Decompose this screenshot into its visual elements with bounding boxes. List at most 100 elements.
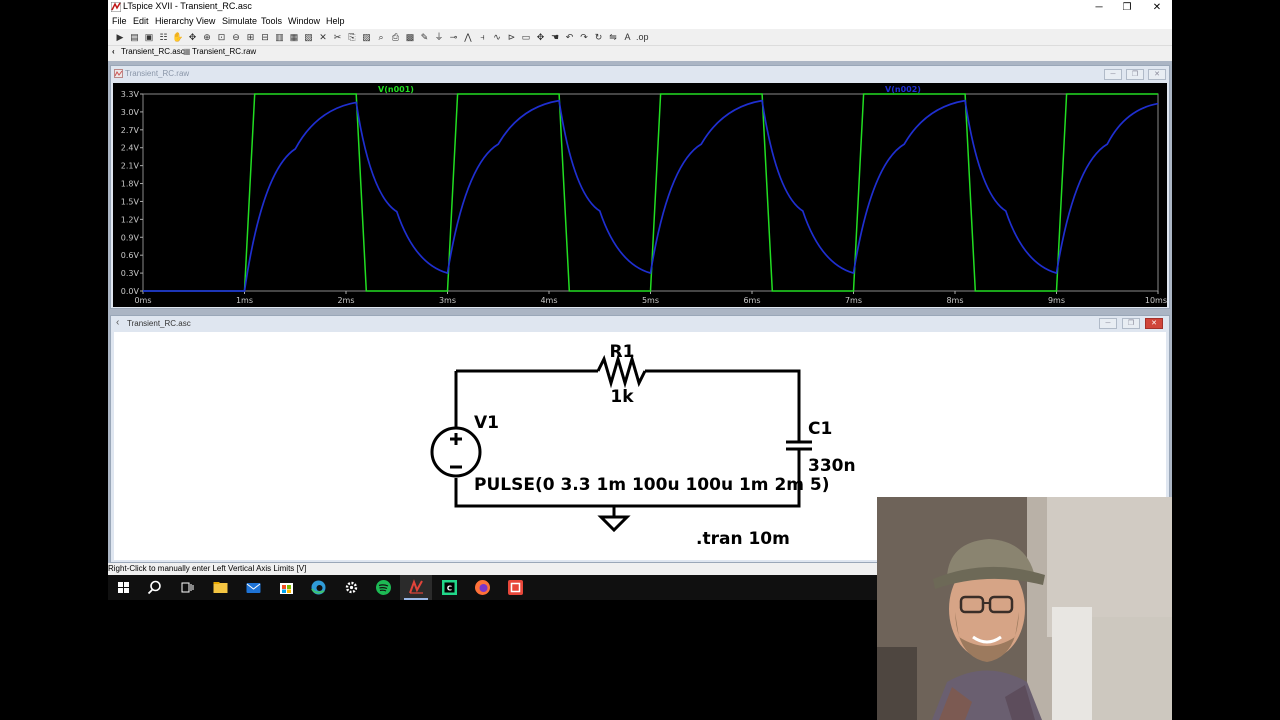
cut-icon[interactable]: ✂ [332,31,344,43]
redo-icon[interactable]: ↷ [578,31,590,43]
menu-help[interactable]: Help [326,16,345,26]
task-view-icon[interactable] [178,579,195,596]
zoom-area-icon[interactable]: ⊡ [216,31,228,43]
x-tick-label: 0ms [134,296,151,305]
resistor-r1 [596,353,647,389]
undo-icon[interactable]: ↶ [564,31,576,43]
tile-horizontal-icon[interactable]: ▥ [274,31,286,43]
y-tick-label: 2.1V [121,162,140,171]
search-icon[interactable] [146,579,163,596]
schematic-close-button[interactable]: ✕ [1145,318,1163,329]
v1-value: PULSE(0 3.3 1m 100u 100u 1m 2m 5) [474,475,830,495]
menu-hierarchy[interactable]: Hierarchy [155,16,194,26]
spice-directive-icon[interactable]: .op [636,31,649,43]
plot-restore-button[interactable]: ❐ [1126,69,1144,80]
plot-close-button[interactable]: ✕ [1148,69,1166,80]
rotate-icon[interactable]: ↻ [593,31,605,43]
find-icon[interactable]: ⌕ [375,31,387,43]
plot-window-title: Transient_RC.raw [125,69,190,78]
open-icon[interactable]: ▤ [129,31,141,43]
close-button[interactable]: ✕ [1142,0,1172,15]
x-tick-label: 2ms [337,296,354,305]
tab-raw[interactable]: Transient_RC.raw [192,47,256,56]
x-tick-label: 4ms [540,296,557,305]
trace-v-n001[interactable] [143,93,1158,292]
y-tick-label: 1.2V [121,215,140,224]
webcam-overlay [877,497,1172,720]
schematic-restore-button[interactable]: ❐ [1122,318,1140,329]
edge-icon[interactable] [310,579,327,596]
x-tick-label: 6ms [743,296,760,305]
pan-icon[interactable]: ✥ [187,31,199,43]
window-title: LTspice XVII - Transient_RC.asc [123,1,252,11]
plot-minimize-button[interactable]: ─ [1104,69,1122,80]
trace-label[interactable]: V(n002) [885,85,921,94]
menu-tools[interactable]: Tools [261,16,282,26]
title-bar: LTspice XVII - Transient_RC.asc ─ ❐ ✕ [108,0,1172,15]
restore-button[interactable]: ❐ [1112,0,1142,15]
paste-icon[interactable]: ▨ [361,31,373,43]
schematic-window-title: Transient_RC.asc [127,319,191,328]
store-icon[interactable] [278,579,295,596]
spotify-icon[interactable] [375,579,392,596]
menu-file[interactable]: File [112,16,127,26]
move-icon[interactable]: ✥ [535,31,547,43]
capacitor-icon[interactable]: ⫞ [477,31,489,43]
r1-value: 1k [610,387,634,407]
label-net-icon[interactable]: ⊸ [448,31,460,43]
control-panel-icon[interactable]: ☷ [158,31,170,43]
settings-icon[interactable] [343,579,360,596]
run-icon[interactable]: ▶ [114,31,126,43]
r1-name: R1 [610,342,635,362]
minimize-button[interactable]: ─ [1084,0,1114,15]
trace-v-n002[interactable] [143,99,1159,292]
text-icon[interactable]: A [622,31,634,43]
inductor-icon[interactable]: ∿ [491,31,503,43]
active-app-indicator [404,598,428,600]
file-explorer-icon[interactable] [212,579,229,596]
x-tick-label: 8ms [946,296,963,305]
x-tick-label: 7ms [845,296,862,305]
zoom-full-icon[interactable]: ⊞ [245,31,257,43]
menu-view[interactable]: View [196,16,215,26]
toolbar: ▶ ▤ ▣ ☷ ✋ ✥ ⊕ ⊡ ⊖ ⊞ ⊟ ▥ ▦ ▧ ✕ ✂ ⎘ ▨ ⌕ ⎙ ▩ ✎ ⏚ ⊸ ⋀ ⫞ ∿ ⊳ ▭ ✥ ☚ ↶ ↷ ↻ ⇋ A .op [108,29,1172,46]
zoom-out-icon[interactable]: ⊖ [230,31,242,43]
resistor-icon[interactable]: ⋀ [462,31,474,43]
halt-icon[interactable]: ✋ [172,31,184,43]
diode-icon[interactable]: ⊳ [506,31,518,43]
menu-bar: File Edit Hierarchy View Simulate Tools … [108,15,1172,29]
spice-directive[interactable]: .tran 10m [696,529,790,549]
component-icon[interactable]: ▭ [520,31,532,43]
autoscale-icon[interactable]: ⊟ [259,31,271,43]
waveform-chart[interactable]: 3.3V 3.0V 2.7V 2.4V 2.1V 1.8V 1.5V 1.2V 0.9V 0.6V… [113,83,1167,307]
ltspice-icon[interactable] [408,579,425,596]
back-arrow-icon[interactable]: ‹ [112,47,115,56]
copy-icon[interactable]: ⎘ [346,31,358,43]
menu-window[interactable]: Window [288,16,320,26]
ground-icon[interactable]: ⏚ [433,31,445,43]
tab-schematic[interactable]: Transient_RC.asc [121,47,185,56]
menu-simulate[interactable]: Simulate [222,16,257,26]
schematic-minimize-button[interactable]: ─ [1099,318,1117,329]
firefox-icon[interactable] [474,579,491,596]
print-icon[interactable]: ⎙ [390,31,402,43]
tile-vertical-icon[interactable]: ▦ [288,31,300,43]
menu-edit[interactable]: Edit [133,16,149,26]
mirror-icon[interactable]: ⇋ [607,31,619,43]
clion-icon[interactable]: C [441,579,458,596]
print-preview-icon[interactable]: ▩ [404,31,416,43]
y-tick-label: 2.7V [121,126,140,135]
app-icon[interactable] [507,579,524,596]
waveform-plot[interactable]: 3.3V 3.0V 2.7V 2.4V 2.1V 1.8V 1.5V 1.2V 0.9V 0.6V… [113,83,1167,307]
mail-icon[interactable] [245,579,262,596]
ground-symbol-icon [597,506,631,533]
save-icon[interactable]: ▣ [143,31,155,43]
draw-wire-icon[interactable]: ✎ [419,31,431,43]
close-window-icon[interactable]: ✕ [317,31,329,43]
cascade-icon[interactable]: ▧ [303,31,315,43]
drag-icon[interactable]: ☚ [549,31,561,43]
trace-label[interactable]: V(n001) [378,85,414,94]
c1-value: 330n [808,456,856,476]
zoom-in-icon[interactable]: ⊕ [201,31,213,43]
windows-start-icon[interactable] [115,579,132,596]
